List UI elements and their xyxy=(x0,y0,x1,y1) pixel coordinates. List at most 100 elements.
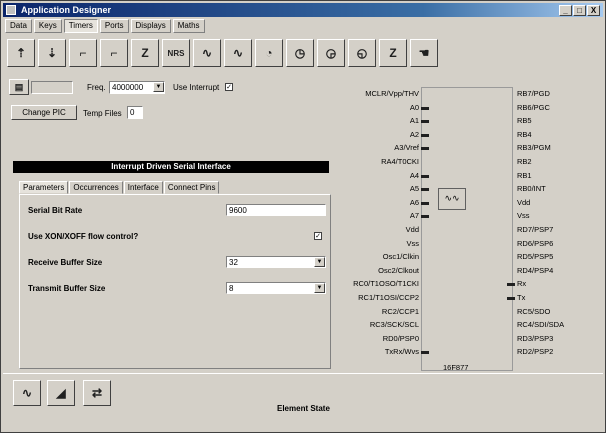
minimize-button[interactable]: _ xyxy=(559,5,572,16)
plug-out-icon[interactable]: ⇣ xyxy=(38,39,66,67)
app-icon xyxy=(6,5,16,15)
chip-pin-left[interactable]: Osc1/Clkin xyxy=(331,252,419,262)
chip-pin-left[interactable]: RA4/T0CKI xyxy=(331,157,419,167)
graph-icon[interactable]: ◢ xyxy=(47,380,75,406)
title-bar: Application Designer _ □ X xyxy=(3,3,603,17)
counter-icon[interactable]: Z xyxy=(379,39,407,67)
chip-pin-left[interactable]: RC1/T1OSI/CCP2 xyxy=(331,293,419,303)
probe-icon[interactable]: ⇄ xyxy=(83,380,111,406)
tab-timers[interactable]: Timers xyxy=(63,19,98,33)
chip-pin-left[interactable]: TxRx/Wvs xyxy=(331,347,419,357)
chip-pin-right[interactable]: RD7/PSP7 xyxy=(517,225,606,235)
main-tabs: Data Keys Timers Ports Displays Maths xyxy=(5,19,205,33)
freq-input[interactable]: 4000000 ▼ xyxy=(109,81,165,94)
pin-connector xyxy=(421,133,429,137)
window-title: Application Designer xyxy=(21,5,112,15)
z-wave-icon[interactable]: Z xyxy=(131,39,159,67)
chip-name: 16F877 xyxy=(443,363,469,372)
pin-connector xyxy=(421,351,429,355)
chevron-down-icon[interactable]: ▼ xyxy=(153,82,164,92)
chip-pin-right[interactable]: RB4 xyxy=(517,130,606,140)
clock-2-icon[interactable]: ◶ xyxy=(317,39,345,67)
timer-icon[interactable]: ◔ xyxy=(255,39,283,67)
hand-icon[interactable]: ☚ xyxy=(410,39,438,67)
change-pic-button[interactable]: Change PIC xyxy=(11,105,77,120)
chip-pin-right[interactable]: RD4/PSP4 xyxy=(517,266,606,276)
nrs-icon[interactable]: NRS xyxy=(162,39,190,67)
pulse-step-icon[interactable]: ⌐ xyxy=(100,39,128,67)
chip-pin-left[interactable]: RC0/T1OSO/T1CKI xyxy=(331,279,419,289)
chip-pin-right[interactable]: RD3/PSP3 xyxy=(517,334,606,344)
tab-displays[interactable]: Displays xyxy=(130,19,171,33)
chip-pin-right[interactable]: RC4/SDI/SDA xyxy=(517,320,606,330)
tab-occurrences[interactable]: Occurrences xyxy=(69,181,123,194)
chevron-down-icon[interactable]: ▼ xyxy=(314,257,325,267)
chip-pin-right[interactable]: Rx xyxy=(517,279,606,289)
param-label: Receive Buffer Size xyxy=(28,258,103,267)
temp-files-label: Temp Files xyxy=(83,109,122,118)
chip-pin-right[interactable]: RD5/PSP5 xyxy=(517,252,606,262)
maximize-button[interactable]: □ xyxy=(573,5,586,16)
chip-pin-right[interactable]: Vdd xyxy=(517,198,606,208)
chip-pin-right[interactable]: Tx xyxy=(517,293,606,303)
chip-pin-left[interactable]: Vss xyxy=(331,239,419,249)
pin-connector xyxy=(421,215,429,219)
tab-parameters[interactable]: Parameters xyxy=(19,181,69,194)
chip-pin-left[interactable]: RD0/PSP0 xyxy=(331,334,419,344)
chip-pin-left[interactable]: RC3/SCK/SCL xyxy=(331,320,419,330)
chip-pin-left[interactable]: A7 xyxy=(331,211,419,221)
tab-data[interactable]: Data xyxy=(5,19,32,33)
close-button[interactable]: X xyxy=(587,5,600,16)
blank-field xyxy=(31,81,73,94)
tab-maths[interactable]: Maths xyxy=(172,19,205,33)
pulse-train-2-icon[interactable]: ∿ xyxy=(224,39,252,67)
chevron-down-icon[interactable]: ▼ xyxy=(314,283,325,293)
pin-connector xyxy=(421,120,429,124)
pulse-train-icon[interactable]: ∿ xyxy=(193,39,221,67)
chip-pin-right[interactable]: RB5 xyxy=(517,116,606,126)
clock-icon[interactable]: ◷ xyxy=(286,39,314,67)
status-bar: ∿ ◢ ⇄ Element State xyxy=(3,373,603,431)
chip-pin-right[interactable]: RB3/PGM xyxy=(517,143,606,153)
pulse-icon[interactable]: ∿ xyxy=(13,380,41,406)
chip-pin-left[interactable]: Vdd xyxy=(331,225,419,235)
chip-pin-right[interactable]: RD2/PSP2 xyxy=(517,347,606,357)
chip-pin-right[interactable]: RB6/PGC xyxy=(517,103,606,113)
plug-in-icon[interactable]: ⇡ xyxy=(7,39,35,67)
chip-pin-left[interactable]: A4 xyxy=(331,171,419,181)
chip-pin-left[interactable]: A5 xyxy=(331,184,419,194)
chip-pin-right[interactable]: RD6/PSP6 xyxy=(517,239,606,249)
chip-pin-left[interactable]: MCLR/Vpp/THV xyxy=(331,89,419,99)
chip-pin-left[interactable]: A6 xyxy=(331,198,419,208)
temp-files-input[interactable]: 0 xyxy=(127,106,143,119)
receive-buffer-select[interactable]: 32 ▼ xyxy=(226,256,326,268)
pulse-up-icon[interactable]: ⌐ xyxy=(69,39,97,67)
chip-pin-left[interactable]: A3/Vref xyxy=(331,143,419,153)
chip-pin-right[interactable]: RB7/PGD xyxy=(517,89,606,99)
chip-pin-left[interactable]: A1 xyxy=(331,116,419,126)
chip-pin-left[interactable]: A2 xyxy=(331,130,419,140)
chip-pin-right[interactable]: RC5/SDO xyxy=(517,307,606,317)
chip-diagram: ∿∿ 16F877 MCLR/Vpp/THV A0 A1 A2 A3/Vref RA4/T… xyxy=(331,81,603,373)
chip-pin-left[interactable]: RC2/CCP1 xyxy=(331,307,419,317)
toolbar: ⇡ ⇣ ⌐ ⌐ Z NRS ∿ ∿ ◔ ◷ ◶ ◵ Z ☚ xyxy=(7,39,438,69)
chip-pin-right[interactable]: Vss xyxy=(517,211,606,221)
use-interrupt-checkbox[interactable]: ✓ xyxy=(225,83,233,91)
serial-bit-rate-input[interactable]: 9600 xyxy=(226,204,326,216)
tab-interface[interactable]: Interface xyxy=(123,181,163,194)
clock-3-icon[interactable]: ◵ xyxy=(348,39,376,67)
use-interrupt-label: Use Interrupt xyxy=(173,83,220,92)
chip-pin-right[interactable]: RB0/INT xyxy=(517,184,606,194)
chip-pin-right[interactable]: RB1 xyxy=(517,171,606,181)
tab-keys[interactable]: Keys xyxy=(33,19,62,33)
transmit-buffer-select[interactable]: 8 ▼ xyxy=(226,282,326,294)
chip-pin-right[interactable]: RB2 xyxy=(517,157,606,167)
xon-xoff-checkbox[interactable]: ✓ xyxy=(314,232,322,240)
serial-component-icon[interactable]: ∿∿ xyxy=(438,188,466,210)
tab-connect-pins[interactable]: Connect Pins xyxy=(163,181,220,194)
tab-ports[interactable]: Ports xyxy=(99,19,129,33)
chip-pin-left[interactable]: A0 xyxy=(331,103,419,113)
folder-icon[interactable]: ▤ xyxy=(9,79,29,95)
pin-connector xyxy=(421,188,429,192)
chip-pin-left[interactable]: Osc2/Clkout xyxy=(331,266,419,276)
